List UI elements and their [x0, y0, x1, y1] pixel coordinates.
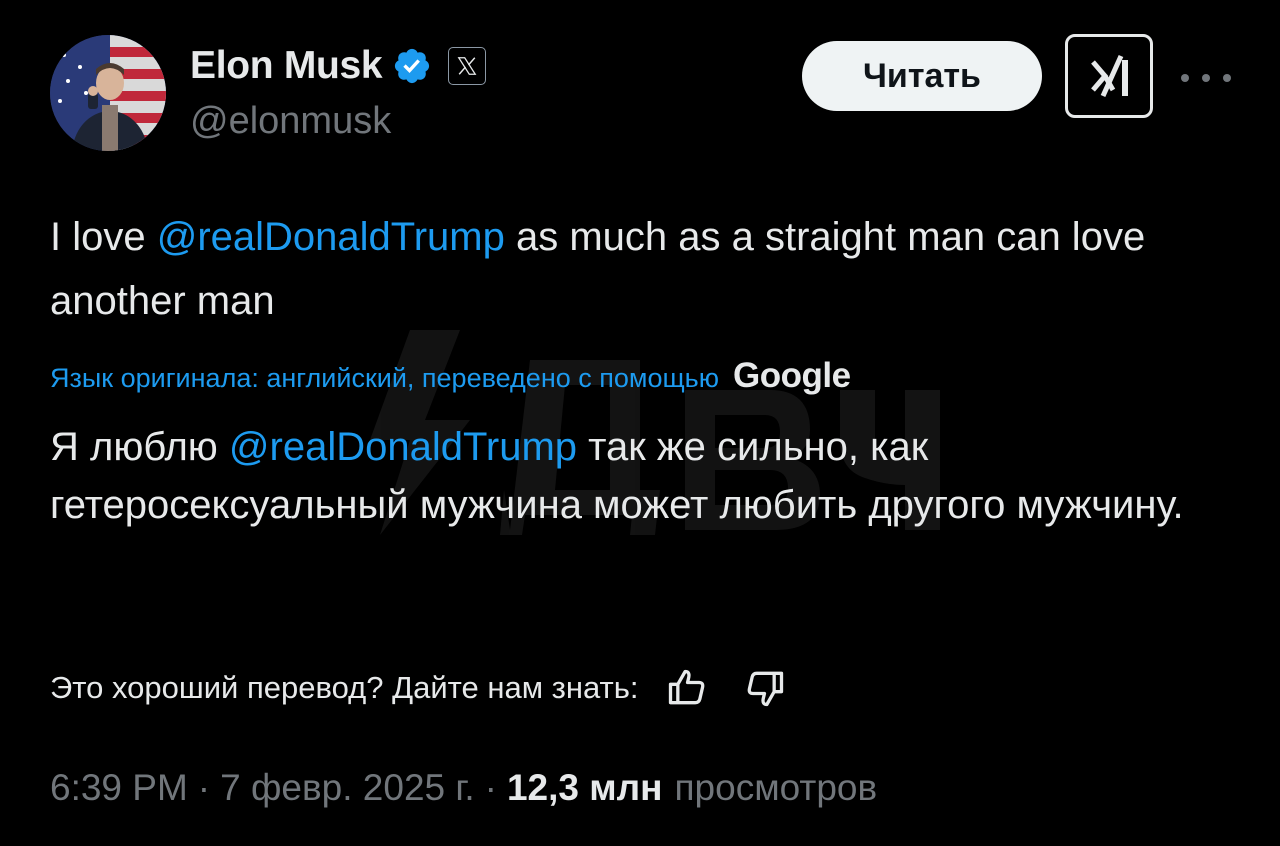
translation-note-text[interactable]: Язык оригинала: английский, переведено с… — [50, 354, 719, 402]
meta-separator: · — [197, 767, 211, 808]
author-display-name[interactable]: Elon Musk — [190, 44, 383, 88]
thumbs-down-button[interactable] — [741, 664, 789, 712]
x-logo-icon — [457, 57, 477, 75]
tweet-text-start: I love — [50, 215, 157, 259]
author-handle[interactable]: @elonmusk — [190, 100, 391, 143]
thumbs-up-icon — [668, 669, 704, 705]
translation-note[interactable]: Язык оригинала: английский, переведено с… — [50, 352, 851, 402]
more-dot — [1223, 74, 1231, 82]
grok-button[interactable] — [1065, 34, 1153, 118]
read-button[interactable]: Читать — [802, 41, 1042, 111]
tweet-time[interactable]: 6:39 PM — [50, 767, 188, 809]
more-dot — [1202, 74, 1210, 82]
translated-mention-link[interactable]: @realDonaldTrump — [229, 425, 577, 469]
tweet-date[interactable]: 7 февр. 2025 г. — [220, 767, 475, 809]
more-dot — [1181, 74, 1189, 82]
translated-text: Я люблю @realDonaldTrump так же сильно, … — [50, 418, 1240, 534]
x-affiliation-badge[interactable] — [448, 47, 487, 85]
translation-feedback: Это хороший перевод? Дайте нам знать: — [50, 660, 789, 716]
more-icon[interactable] — [1181, 58, 1231, 98]
google-logo: Google — [733, 356, 851, 395]
tweet-text: I love @realDonaldTrump as much as a str… — [50, 205, 1240, 333]
translated-text-start: Я люблю — [50, 425, 229, 469]
verified-badge-icon[interactable] — [392, 46, 432, 86]
views-count[interactable]: 12,3 млн — [507, 767, 663, 809]
thumbs-up-button[interactable] — [663, 664, 711, 712]
thumbs-down-icon — [747, 671, 783, 707]
feedback-prompt: Это хороший перевод? Дайте нам знать: — [50, 670, 639, 705]
avatar[interactable] — [50, 35, 166, 151]
tweet-mention-link[interactable]: @realDonaldTrump — [157, 215, 505, 259]
author-name-row: Elon Musk — [190, 40, 487, 92]
views-label: просмотров — [674, 767, 878, 808]
tweet-meta: 6:39 PM · 7 февр. 2025 г. · 12,3 млн про… — [50, 760, 877, 816]
meta-separator: · — [484, 767, 497, 808]
avatar-image — [50, 35, 166, 151]
grok-icon — [1091, 54, 1128, 98]
